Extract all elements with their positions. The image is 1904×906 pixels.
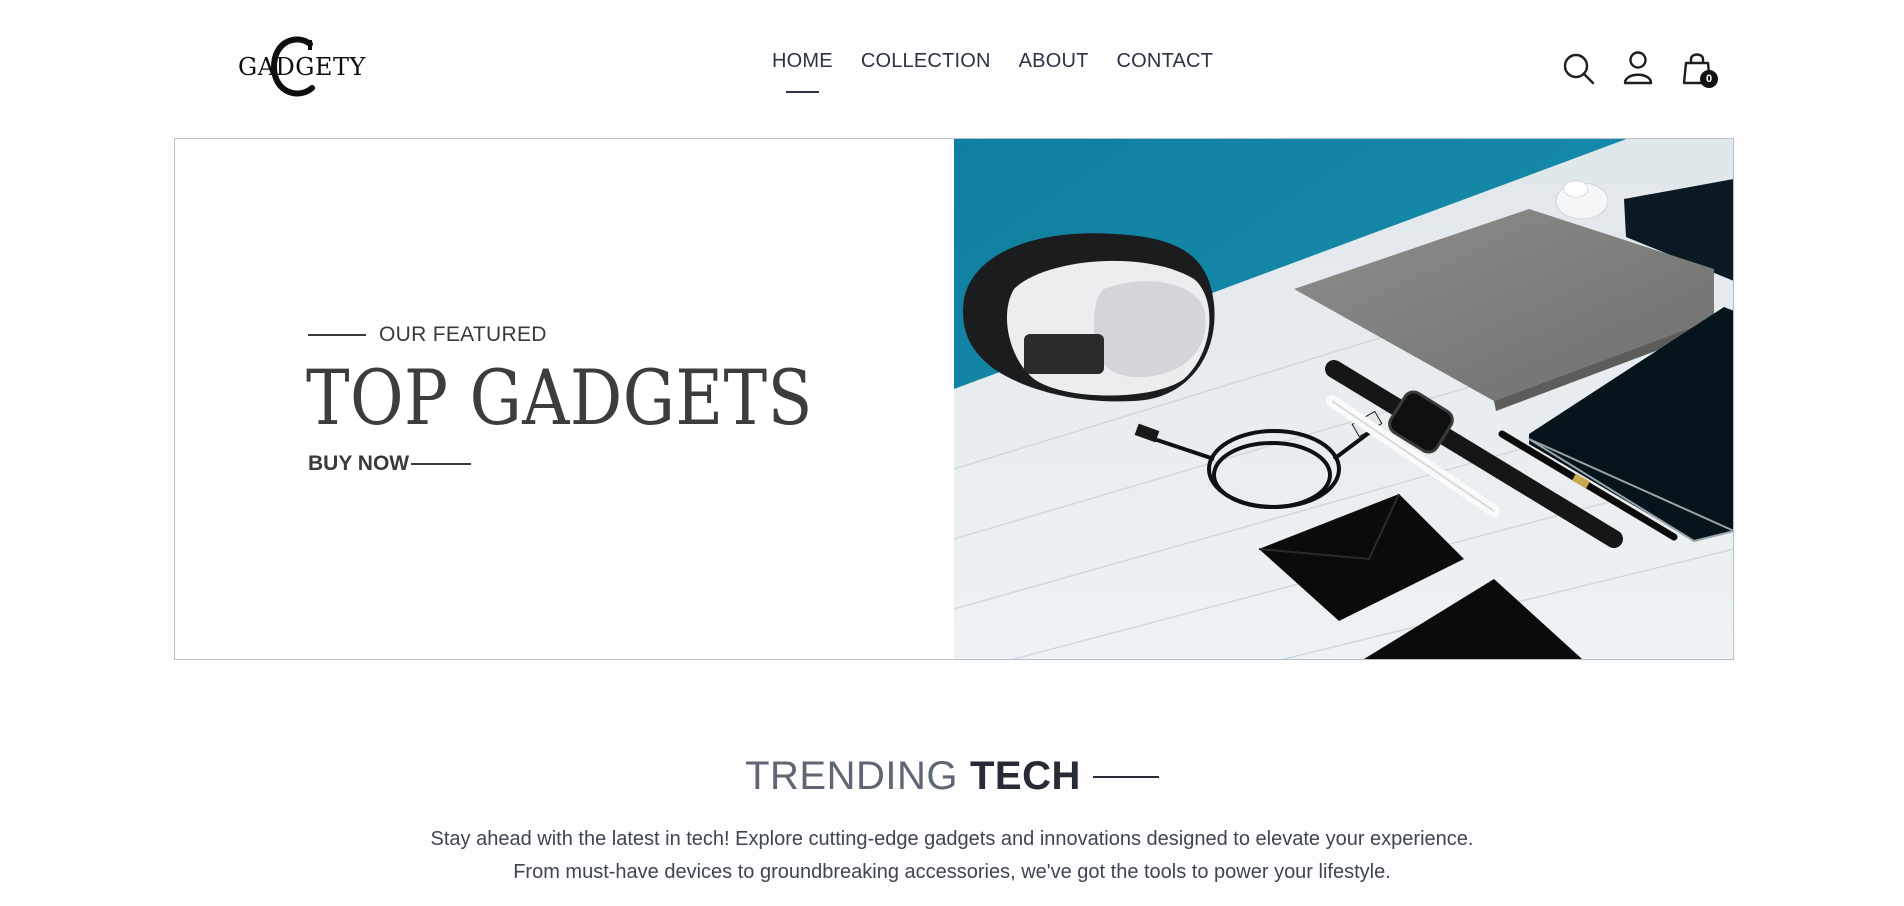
- hero-eyebrow-label: OUR FEATURED: [379, 323, 547, 346]
- trending-section: TRENDING TECH Stay ahead with the latest…: [0, 754, 1904, 889]
- brand-name: GADGETY: [238, 53, 366, 81]
- buy-now-link[interactable]: BUY NOW: [308, 452, 472, 476]
- brand-logo[interactable]: GADGETY: [238, 36, 366, 98]
- hero-text-panel: OUR FEATURED TOP GADGETS BUY NOW: [175, 139, 954, 659]
- buy-now-line: [411, 463, 472, 465]
- nav-collection[interactable]: COLLECTION: [861, 50, 991, 73]
- site-header: GADGETY HOME COLLECTION ABOUT CONTACT 0: [0, 0, 1904, 138]
- trending-heading-line: [1092, 775, 1159, 778]
- trending-heading-bold: TECH: [970, 754, 1081, 798]
- shopping-bag-icon[interactable]: 0: [1680, 50, 1718, 88]
- hero-eyebrow: OUR FEATURED: [308, 323, 547, 347]
- hero-title: TOP GADGETS: [306, 353, 813, 442]
- nav-about[interactable]: ABOUT: [1019, 50, 1089, 73]
- user-icon[interactable]: [1620, 50, 1656, 86]
- trending-heading-light: TRENDING: [745, 754, 958, 798]
- gadgets-photo: [954, 139, 1733, 659]
- cart-count-badge: 0: [1700, 70, 1718, 88]
- main-nav: HOME COLLECTION ABOUT CONTACT: [772, 50, 1214, 93]
- search-icon[interactable]: [1560, 50, 1596, 86]
- hero-image: [954, 139, 1733, 659]
- nav-contact[interactable]: CONTACT: [1117, 50, 1214, 73]
- eyebrow-line: [308, 334, 366, 336]
- nav-home[interactable]: HOME: [772, 50, 833, 93]
- header-actions: 0: [1560, 50, 1718, 88]
- trending-heading: TRENDING TECH: [0, 754, 1904, 799]
- trending-desc-line-2: From must-have devices to groundbreaking…: [513, 861, 1391, 883]
- trending-description: Stay ahead with the latest in tech! Expl…: [0, 823, 1904, 889]
- hero-banner: OUR FEATURED TOP GADGETS BUY NOW: [174, 138, 1734, 660]
- buy-now-label: BUY NOW: [308, 452, 410, 475]
- trending-desc-line-1: Stay ahead with the latest in tech! Expl…: [430, 828, 1474, 850]
